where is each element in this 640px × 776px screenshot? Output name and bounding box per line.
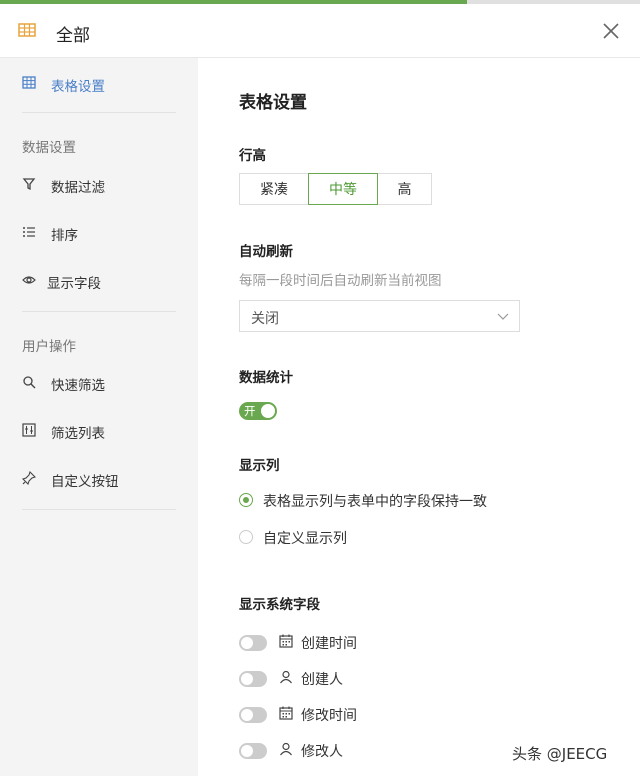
calendar-icon [279,706,295,722]
created-time-toggle[interactable] [239,635,267,651]
system-field-label: 创建人 [301,672,343,688]
sort-list-icon [22,225,38,241]
group-title-user-actions: 用户操作 [22,339,76,355]
group-title-data: 数据设置 [22,140,76,156]
dialog-header: 全部 [0,4,640,58]
sidebar-item-label: 筛选列表 [51,426,105,442]
auto-refresh-select[interactable]: 关闭 [239,300,520,332]
filter-list-icon [22,423,38,439]
sidebar-item-display-fields[interactable]: 显示字段 [0,261,198,301]
columns-label: 显示列 [239,458,280,474]
row-height-option-tall[interactable]: 高 [377,173,432,205]
sidebar-item-label: 显示字段 [47,276,101,292]
divider [22,509,176,510]
modified-time-toggle[interactable] [239,707,267,723]
sidebar-item-label: 快速筛选 [51,378,105,394]
sidebar-item-data-filter[interactable]: 数据过滤 [0,165,198,205]
sidebar-item-label: 自定义按钮 [51,474,119,490]
user-icon [279,670,295,686]
modifier-toggle[interactable] [239,743,267,759]
system-field-label: 修改人 [301,744,343,760]
row-height-option-medium[interactable]: 中等 [308,173,378,205]
sidebar-item-custom-button[interactable]: 自定义按钮 [0,459,198,499]
table-icon [18,23,36,41]
creator-toggle[interactable] [239,671,267,687]
dialog-title: 全部 [56,26,90,46]
sidebar-item-label: 表格设置 [51,79,105,95]
sidebar-item-sort[interactable]: 排序 [0,213,198,253]
toggle-knob [241,709,253,721]
page-title: 表格设置 [239,93,307,113]
system-field-label: 修改时间 [301,708,357,724]
system-field-creator: 创建人 [239,667,479,691]
radio-label: 表格显示列与表单中的字段保持一致 [263,494,487,510]
statistics-toggle[interactable]: 开 [239,402,277,420]
row-height-selector: 紧凑 中等 高 [239,173,432,205]
auto-refresh-hint: 每隔一段时间后自动刷新当前视图 [239,273,442,289]
sidebar-item-quick-filter[interactable]: 快速筛选 [0,363,198,403]
toggle-knob [261,404,275,418]
sidebar-item-label: 数据过滤 [51,180,105,196]
watermark: 头条 @JEECG [512,745,608,763]
search-icon [22,375,38,391]
table-grid-icon [22,76,38,92]
pin-icon [21,470,38,487]
divider [22,311,176,312]
auto-refresh-value: 关闭 [251,311,279,327]
sidebar-item-filter-list[interactable]: 筛选列表 [0,411,198,451]
columns-radio-match-form[interactable]: 表格显示列与表单中的字段保持一致 [239,490,499,512]
divider [22,112,176,113]
system-fields-label: 显示系统字段 [239,597,320,613]
chevron-down-icon [497,310,509,326]
columns-radio-custom[interactable]: 自定义显示列 [239,527,499,549]
filter-icon [22,177,38,193]
system-field-modifier: 修改人 [239,739,479,763]
sidebar-item-table-settings[interactable]: 表格设置 [0,64,198,104]
radio-dot [239,530,253,544]
eye-icon [22,273,38,289]
user-icon [279,742,295,758]
sidebar-item-label: 排序 [51,228,78,244]
calendar-icon [279,634,295,650]
toggle-knob [241,745,253,757]
sidebar: 表格设置 数据设置 数据过滤 排序 显示字段 用户操作 快速筛选 筛选列表 自定… [0,58,198,776]
toggle-text: 开 [244,404,256,418]
radio-dot [239,493,253,507]
system-field-label: 创建时间 [301,636,357,652]
auto-refresh-label: 自动刷新 [239,244,293,260]
close-icon[interactable] [600,20,622,42]
row-height-label: 行高 [239,148,266,164]
settings-panel: 表格设置 行高 紧凑 中等 高 自动刷新 每隔一段时间后自动刷新当前视图 关闭 … [198,58,640,776]
system-field-modified-time: 修改时间 [239,703,479,727]
row-height-option-compact[interactable]: 紧凑 [239,173,309,205]
radio-label: 自定义显示列 [263,531,347,547]
toggle-knob [241,673,253,685]
toggle-knob [241,637,253,649]
system-field-created-time: 创建时间 [239,631,479,655]
statistics-label: 数据统计 [239,370,293,386]
